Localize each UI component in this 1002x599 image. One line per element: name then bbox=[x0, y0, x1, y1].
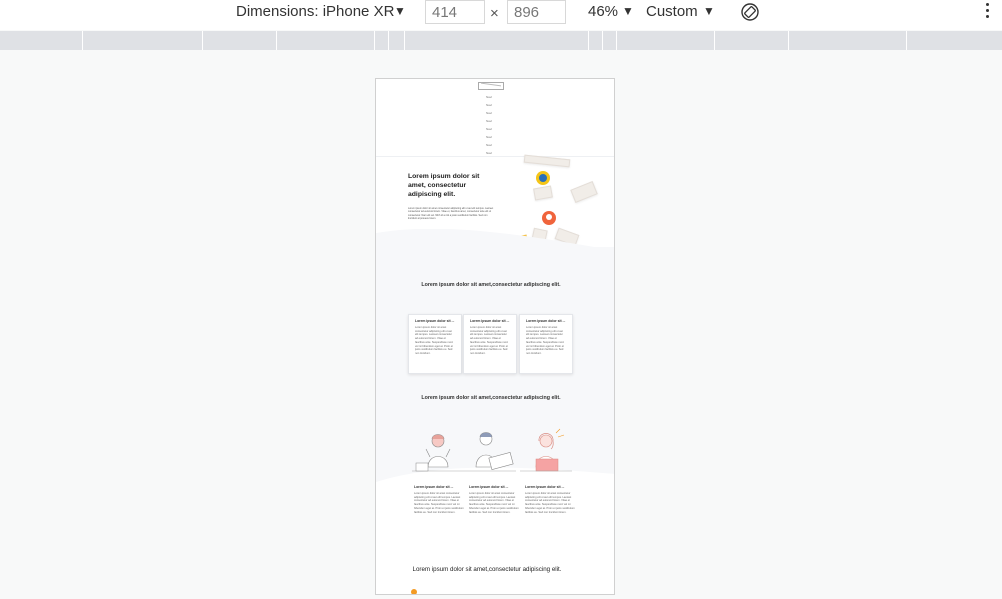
wave-divider bbox=[376, 229, 614, 269]
person-illustration bbox=[412, 434, 464, 472]
card-title: Lorem ipsum dolor sit ... bbox=[415, 319, 455, 323]
card-title: Lorem ipsum dolor sit ... bbox=[526, 319, 566, 323]
zoom-dropdown[interactable]: 46% bbox=[588, 3, 618, 20]
team-member: Lorem ipsum dolor sit ... Lorem ipsum do… bbox=[469, 485, 519, 538]
media-query-ruler[interactable] bbox=[0, 31, 1002, 50]
nav-item[interactable]: Navi bbox=[486, 127, 492, 131]
times-separator: × bbox=[490, 5, 499, 22]
nav-item[interactable]: Navi bbox=[486, 95, 492, 99]
member-title: Lorem ipsum dolor sit ... bbox=[525, 485, 565, 489]
member-text: Lorem ipsum dolor sit amet consectetur a… bbox=[525, 492, 575, 514]
avatar-icon bbox=[411, 589, 417, 594]
avatar-orange-image bbox=[542, 211, 556, 225]
feature-card[interactable]: Lorem ipsum dolor sit ... Lorem ipsum do… bbox=[463, 314, 517, 374]
person-illustration bbox=[464, 432, 516, 472]
nav-item[interactable]: Navi bbox=[486, 143, 492, 147]
nav-item[interactable]: Navi bbox=[486, 119, 492, 123]
nav-item[interactable]: Navi bbox=[486, 103, 492, 107]
site-logo[interactable] bbox=[478, 82, 504, 90]
testimonials-title: Lorem ipsum dolor sit amet,consectetur a… bbox=[412, 566, 562, 573]
nav-item[interactable]: Navi bbox=[486, 151, 492, 155]
member-title: Lorem ipsum dolor sit ... bbox=[469, 485, 509, 489]
device-dimensions-dropdown[interactable]: Dimensions: iPhone XR bbox=[236, 3, 394, 20]
team-title: Lorem ipsum dolor sit amet,consectetur a… bbox=[421, 395, 561, 401]
nav-item[interactable]: Navi bbox=[486, 135, 492, 139]
features-title: Lorem ipsum dolor sit amet,consectetur a… bbox=[421, 282, 561, 288]
device-toolbar: Dimensions: iPhone XR ▼ × 46% ▼ Custom ▼ bbox=[0, 0, 1002, 30]
throttling-dropdown[interactable]: Custom bbox=[646, 3, 698, 20]
hero-title: Lorem ipsum dolor sit amet, consectetur … bbox=[408, 173, 480, 198]
person-illustration bbox=[520, 428, 572, 472]
team-member: Lorem ipsum dolor sit ... Lorem ipsum do… bbox=[414, 485, 464, 538]
member-text: Lorem ipsum dolor sit amet consectetur a… bbox=[469, 492, 519, 514]
avatar-yellow-image bbox=[536, 171, 550, 185]
card-text: Lorem ipsum dolor sit amet consectetur a… bbox=[470, 326, 509, 355]
feature-card[interactable]: Lorem ipsum dolor sit ... Lorem ipsum do… bbox=[408, 314, 462, 374]
device-viewport[interactable]: Navi Navi Navi Navi Navi Navi Navi Navi … bbox=[375, 78, 615, 595]
feature-card[interactable]: Lorem ipsum dolor sit ... Lorem ipsum do… bbox=[519, 314, 573, 374]
device-width-input[interactable] bbox=[425, 0, 485, 24]
member-text: Lorem ipsum dolor sit amet consectetur a… bbox=[414, 492, 464, 514]
more-vert-icon[interactable] bbox=[986, 3, 990, 21]
member-title: Lorem ipsum dolor sit ... bbox=[414, 485, 454, 489]
hero-text: Lorem ipsum dolor sit amet consectetur a… bbox=[408, 207, 494, 220]
zoom-caret-icon[interactable]: ▼ bbox=[622, 4, 634, 18]
device-height-input[interactable] bbox=[507, 0, 566, 24]
card-text: Lorem ipsum dolor sit amet consectetur a… bbox=[415, 326, 454, 355]
nav-item[interactable]: Navi bbox=[486, 111, 492, 115]
card-title: Lorem ipsum dolor sit ... bbox=[470, 319, 510, 323]
dimensions-caret-icon[interactable]: ▼ bbox=[394, 4, 406, 18]
card-text: Lorem ipsum dolor sit amet consectetur a… bbox=[526, 326, 565, 355]
team-member: Lorem ipsum dolor sit ... Lorem ipsum do… bbox=[525, 485, 575, 538]
rotate-icon[interactable] bbox=[740, 2, 760, 22]
throttling-caret-icon[interactable]: ▼ bbox=[703, 4, 715, 18]
